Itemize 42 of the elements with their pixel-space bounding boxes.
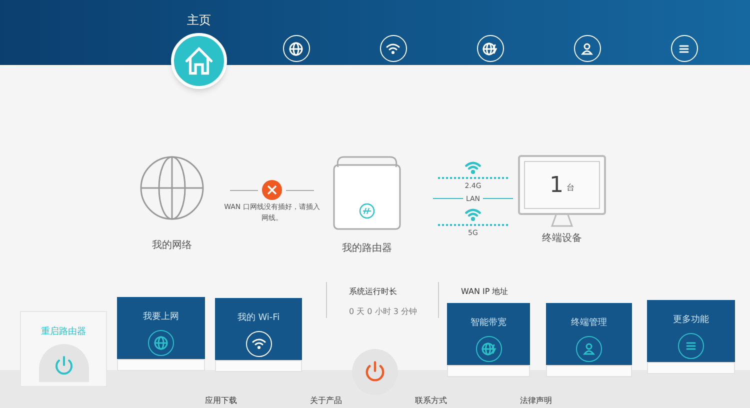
device-unit: 台 — [566, 182, 574, 194]
nav-tab[interactable] — [380, 35, 406, 62]
menu-icon — [678, 332, 704, 358]
user-icon — [579, 40, 595, 56]
stat-value: 0 天 0 小时 3 分钟 — [349, 306, 418, 318]
device-count: 1 — [550, 172, 564, 200]
wifi-signal-line — [438, 177, 508, 179]
globe-icon — [148, 330, 174, 356]
globe-drawing — [139, 155, 205, 221]
footer-link[interactable]: 关于产品 — [310, 395, 342, 407]
feature-tile[interactable]: 我要上网 — [117, 297, 205, 359]
globe-icon — [288, 40, 304, 56]
wifi-icon — [464, 159, 482, 177]
feature-tile[interactable]: 智能带宽 — [447, 303, 530, 365]
feature-tile[interactable]: 更多功能 — [647, 300, 735, 362]
restart-label: 重启路由器 — [41, 326, 86, 339]
nav-tab[interactable] — [282, 35, 310, 62]
feature-tile[interactable]: 我的 Wi-Fi — [215, 298, 302, 360]
network-label: 我的网络 — [152, 238, 192, 253]
globe-bolt-icon — [482, 40, 498, 56]
nav-tab[interactable] — [476, 35, 504, 62]
feature-tile[interactable]: 终端管理 — [546, 303, 632, 365]
footer-link[interactable]: 法律声明 — [520, 395, 552, 407]
wifi-icon — [385, 40, 401, 56]
globe-bolt-icon — [476, 336, 502, 362]
stat-label: WAN IP 地址 — [461, 286, 510, 298]
nav-tab[interactable] — [171, 33, 227, 89]
error-icon — [262, 180, 282, 200]
nav-tab[interactable] — [670, 35, 698, 62]
wifi-icon — [464, 206, 482, 224]
power-button[interactable] — [352, 349, 398, 395]
nav-label: 主页 — [187, 12, 211, 29]
home-icon — [185, 47, 213, 75]
stat-label: 系统运行时长 — [349, 286, 398, 298]
nav-tab[interactable] — [574, 35, 600, 62]
router-label: 我的路由器 — [342, 242, 392, 256]
wifi-signal-line — [438, 224, 508, 226]
wifi-icon — [246, 330, 272, 356]
user-icon — [576, 336, 602, 362]
devices-label: 终端设备 — [542, 232, 582, 246]
footer-link[interactable]: 联系方式 — [415, 395, 447, 407]
footer-link[interactable]: 应用下载 — [205, 395, 237, 407]
